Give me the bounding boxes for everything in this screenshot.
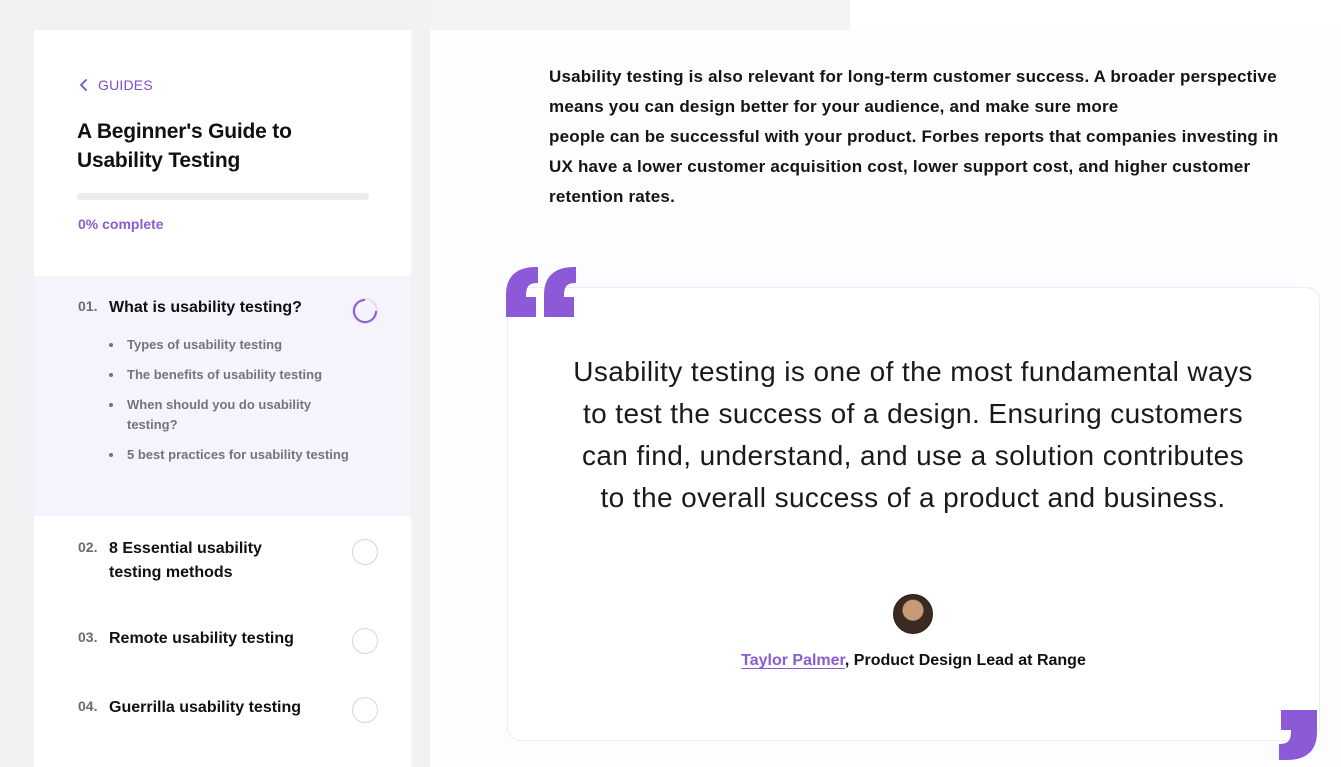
chapter-number: 01.	[78, 298, 98, 314]
chevron-left-icon	[80, 79, 87, 91]
author-role: , Product Design Lead at Range	[844, 652, 1086, 669]
guide-title: A Beginner's Guide to Usability Testing	[77, 120, 292, 172]
back-link-label: GUIDES	[98, 77, 153, 93]
progress-ring-icon	[352, 539, 378, 565]
progress-label: 0% complete	[78, 216, 164, 232]
chapter-number: 04.	[78, 698, 98, 714]
quote-card: Usability testing is one of the most fun…	[507, 287, 1320, 741]
chapter-number: 03.	[78, 629, 98, 645]
quote-text: Usability testing is one of the most fun…	[573, 356, 1253, 513]
author-link[interactable]: Taylor Palmer	[741, 652, 845, 669]
chapter-number: 02.	[78, 539, 98, 555]
progress-ring-icon	[352, 697, 378, 723]
body-paragraph: Usability testing is also relevant for l…	[549, 62, 1279, 212]
guide-sidebar: GUIDES A Beginner's Guide to Usability T…	[34, 30, 411, 767]
background-shade-top	[430, 0, 850, 30]
back-to-guides-link[interactable]: GUIDES	[78, 77, 153, 93]
subsection-link[interactable]: When should you do usability testing?	[109, 395, 349, 435]
progress-ring-icon	[352, 298, 378, 324]
chapter-title: What is usability testing?	[109, 299, 302, 316]
guide-content: Usability testing is also relevant for l…	[433, 30, 1341, 767]
chapter-title: Remote usability testing	[109, 630, 294, 647]
quote-close-icon	[1279, 710, 1317, 760]
paragraph-text: Usability testing is also relevant for l…	[549, 67, 1277, 116]
chapter-title: 8 Essential usability testing methods	[109, 540, 262, 581]
paragraph-text: people can be successful with your produ…	[549, 127, 1279, 206]
chapter-subsection-list: Types of usability testing The benefits …	[109, 335, 349, 475]
chapter-title: Guerrilla usability testing	[109, 699, 302, 716]
quote-open-icon	[506, 267, 576, 317]
progress-bar	[77, 193, 369, 200]
subsection-link[interactable]: The benefits of usability testing	[109, 365, 349, 385]
avatar	[893, 594, 933, 634]
quote-attribution: Taylor Palmer, Product Design Lead at Ra…	[508, 652, 1319, 670]
subsection-link[interactable]: Types of usability testing	[109, 335, 349, 355]
progress-ring-icon	[352, 628, 378, 654]
subsection-link[interactable]: 5 best practices for usability testing	[109, 445, 349, 465]
